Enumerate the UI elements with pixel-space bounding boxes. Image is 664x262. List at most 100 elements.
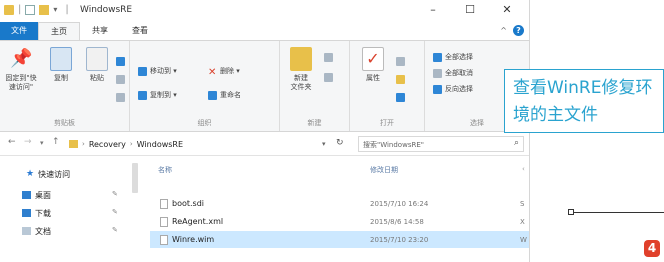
tab-view[interactable]: 查看 [120,22,160,40]
new-item-icon [324,52,333,62]
rename-button[interactable]: 重命名 [208,89,241,101]
paste-shortcut-button[interactable] [116,91,125,103]
file-name: Winre.wim [172,235,215,244]
help-icon[interactable]: ? [513,25,524,36]
select-none-button[interactable]: 全部取消 [433,67,473,79]
nav-item-downloads[interactable]: 下载 [22,206,51,220]
column-header-more[interactable]: ‹ [522,165,525,173]
tab-home[interactable]: 主页 [38,22,80,40]
tab-file[interactable]: 文件 [0,22,38,40]
breadcrumb-recovery[interactable]: Recovery [89,140,126,149]
column-header-date[interactable]: 修改日期 [370,165,398,175]
ribbon-tabs: 文件 主页 共享 查看 ^ ? [0,22,529,40]
cut-button[interactable] [116,55,125,67]
group-new: 新建 文件夹 新建 [280,41,350,131]
easy-access-button[interactable] [324,71,333,83]
edit-button[interactable] [396,73,405,85]
pin-icon: ✎ [112,226,118,234]
file-explorer-window: | ▾ | WindowsRE – ☐ ✕ 文件 主页 共享 查看 ^ ? 📌 … [0,0,530,262]
search-icon[interactable]: ⌕ [514,138,519,148]
move-to-label: 移动到 ▾ [150,67,177,75]
new-folder-icon[interactable] [39,5,50,15]
star-icon: ★ [26,169,35,179]
nav-label: 下载 [35,208,51,218]
column-header-name[interactable]: 名称 [158,165,172,175]
file-row[interactable]: ReAgent.xml 2015/8/6 14:58 X [150,213,529,230]
copy-to-button[interactable]: 复制到 ▾ [138,89,177,101]
search-input[interactable]: 搜索"WindowsRE" ⌕ [358,136,524,152]
desktop-icon [22,191,31,199]
properties-icon[interactable] [25,5,36,15]
history-icon [396,92,405,102]
toolbar-divider: | [18,4,22,15]
move-to-button[interactable]: 移动到 ▾ [138,65,177,77]
chevron-down-icon[interactable]: ▾ [53,5,61,15]
new-folder-icon [290,47,312,71]
collapse-ribbon-icon[interactable]: ^ [500,26,507,35]
nav-item-quick-access[interactable]: ★ 快速访问 [26,167,70,181]
address-dropdown-chevron-icon[interactable]: ▾ [322,140,326,148]
edit-icon [396,74,405,84]
forward-arrow-icon[interactable]: → [24,137,32,147]
file-type: S [520,199,525,208]
invert-selection-button[interactable]: 反向选择 [433,83,473,95]
select-none-label: 全部取消 [445,69,473,77]
group-label-organize: 组织 [197,119,212,127]
properties-button[interactable]: ✓ 属性 [356,47,390,83]
search-placeholder: 搜索"WindowsRE" [363,141,424,149]
new-item-button[interactable] [324,51,333,63]
breadcrumb-windowsre[interactable]: WindowsRE [137,140,183,149]
group-label-clipboard: 剪贴板 [54,119,75,127]
maximize-button[interactable]: ☐ [455,2,485,18]
up-arrow-icon[interactable]: ↑ [52,137,60,147]
nav-label: 文档 [35,226,51,236]
breadcrumb-separator: › [129,140,133,148]
file-row[interactable]: boot.sdi 2015/7/10 16:24 S [150,195,529,212]
file-icon [160,198,168,209]
window-title: WindowsRE [80,5,133,15]
documents-icon [22,227,31,235]
delete-button[interactable]: ✕ 删除 ▾ [208,65,240,78]
nav-scrollbar[interactable] [132,163,138,193]
select-all-icon [433,52,442,62]
group-label-open: 打开 [380,119,394,127]
select-none-icon [433,68,442,78]
nav-item-desktop[interactable]: 桌面 [22,188,51,202]
copy-label: 复制 [54,74,68,82]
nav-item-documents[interactable]: 文档 [22,224,51,238]
paste-icon [86,47,108,71]
address-bar[interactable]: › Recovery › WindowsRE [66,136,356,152]
refresh-icon[interactable]: ↻ [336,138,344,148]
paste-button[interactable]: 粘贴 [80,47,114,83]
group-label-new: 新建 [307,119,322,127]
history-button[interactable] [396,91,405,103]
file-icon [160,234,168,245]
pin-icon: ✎ [112,208,118,216]
minimize-button[interactable]: – [418,2,448,18]
recent-locations-chevron-icon[interactable]: ▾ [40,139,44,147]
select-all-label: 全部选择 [445,53,473,61]
move-to-icon [138,66,147,76]
new-folder-button[interactable]: 新建 文件夹 [284,47,318,92]
group-clipboard: 📌 固定到"快速访问" 复制 粘贴 剪贴板 [0,41,130,131]
copy-to-label: 复制到 ▾ [150,91,177,99]
quick-access-toolbar: | ▾ | [4,5,69,15]
file-row-selected[interactable]: Winre.wim 2015/7/10 23:20 W [150,231,529,248]
select-all-button[interactable]: 全部选择 [433,51,473,63]
pin-icon: ✎ [112,190,118,198]
open-button[interactable] [396,55,405,67]
copy-button[interactable]: 复制 [44,47,78,83]
title-bar: | ▾ | WindowsRE – ☐ ✕ [0,0,529,22]
back-arrow-icon[interactable]: ← [8,137,16,147]
annotation-callout: 查看WinRE修复环境的主文件 [504,69,664,133]
nav-label: 快速访问 [38,169,71,179]
folder-icon[interactable] [4,5,14,15]
close-button[interactable]: ✕ [492,2,522,18]
file-type: W [520,235,527,244]
file-type: X [520,217,525,226]
paste-label: 粘贴 [90,74,104,82]
tab-share[interactable]: 共享 [80,22,120,40]
properties-check-icon: ✓ [362,47,384,71]
pin-to-quick-access-button[interactable]: 📌 固定到"快速访问" [4,47,38,92]
copy-path-button[interactable] [116,73,125,85]
